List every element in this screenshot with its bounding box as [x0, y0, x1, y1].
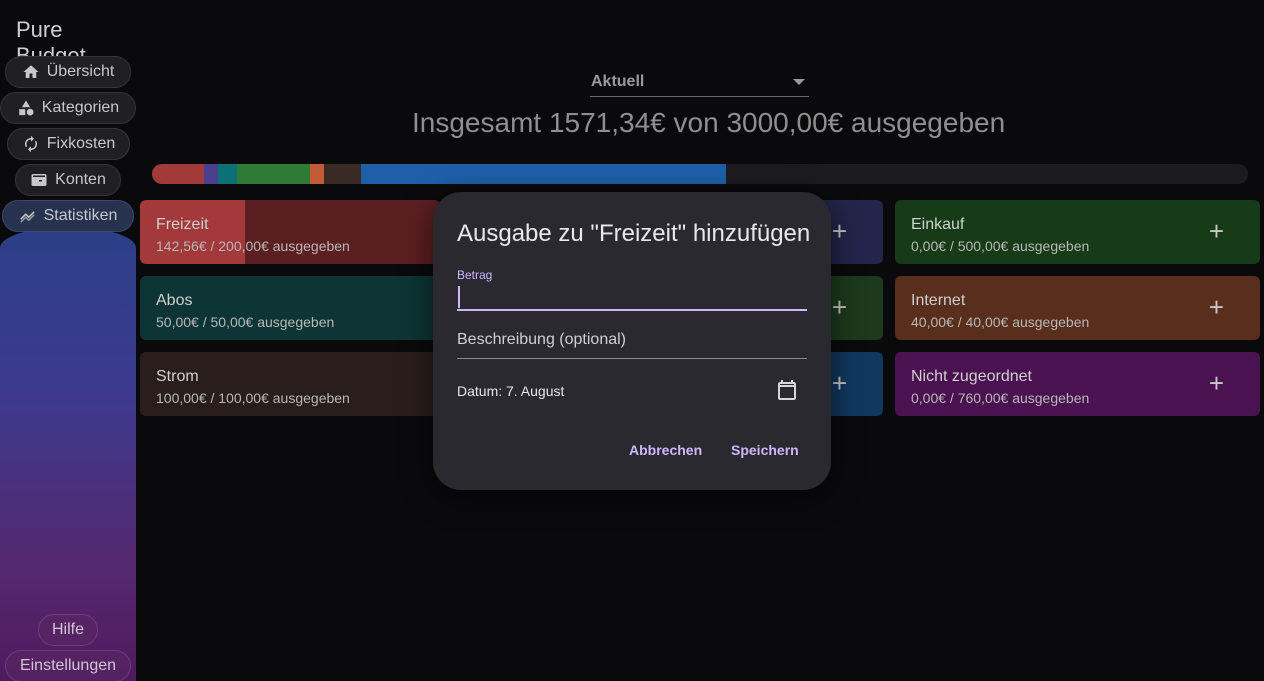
settings-button[interactable]: Einstellungen	[5, 650, 131, 681]
category-name: Einkauf	[911, 216, 965, 233]
nav-item-label: Kategorien	[41, 99, 120, 116]
category-amount: 40,00€ / 40,00€ ausgegeben	[911, 314, 1090, 330]
wallet-icon	[31, 174, 47, 186]
nav-item-fixkosten[interactable]: Fixkosten	[7, 128, 130, 160]
category-name: Internet	[911, 292, 966, 309]
category-card-nicht-zugeordnet[interactable]: Nicht zugeordnet 0,00€ / 760,00€ ausgege…	[895, 352, 1260, 416]
period-select[interactable]: Aktuell	[590, 68, 809, 97]
add-expense-icon[interactable]: +	[832, 294, 847, 320]
total-spent-text: Insgesamt 1571,34€ von 3000,00€ ausgegeb…	[412, 107, 1006, 138]
category-card-abos[interactable]: Abos 50,00€ / 50,00€ ausgegeben	[140, 276, 440, 340]
category-name: Strom	[156, 368, 199, 385]
category-card-einkauf[interactable]: Einkauf 0,00€ / 500,00€ ausgegeben +	[895, 200, 1260, 264]
category-remaining-fill	[245, 200, 440, 264]
nav-item-uebersicht[interactable]: Übersicht	[5, 56, 131, 88]
category-name: Abos	[156, 292, 193, 309]
add-expense-icon[interactable]: +	[832, 218, 847, 244]
progress-segment-freizeit	[152, 164, 204, 184]
category-card-freizeit[interactable]: Freizeit 142,56€ / 200,00€ ausgegeben	[140, 200, 440, 264]
nav-item-konten[interactable]: Konten	[15, 164, 121, 196]
amount-field[interactable]	[457, 280, 807, 311]
add-expense-icon[interactable]: +	[832, 370, 847, 396]
progress-segment-abos	[204, 164, 218, 184]
calendar-icon[interactable]	[775, 378, 799, 402]
category-amount: 142,56€ / 200,00€ ausgegeben	[156, 238, 350, 254]
description-field[interactable]: Beschreibung (optional)	[457, 322, 807, 359]
sidebar: Pure Budget Übersicht Kategorien Fixkost…	[0, 0, 136, 681]
budget-progress-bar	[152, 164, 1248, 184]
category-amount: 50,00€ / 50,00€ ausgegeben	[156, 314, 335, 330]
shapes-icon	[19, 100, 34, 116]
nav-item-statistiken[interactable]: Statistiken	[2, 200, 134, 232]
nav-item-label: Übersicht	[46, 63, 115, 80]
period-select-value: Aktuell	[591, 73, 645, 90]
category-amount: 0,00€ / 500,00€ ausgegeben	[911, 238, 1090, 254]
save-button[interactable]: Speichern	[731, 442, 799, 458]
nav-item-label: Fixkosten	[46, 135, 116, 152]
nav-item-kategorien[interactable]: Kategorien	[0, 92, 136, 124]
progress-segment-blue	[361, 164, 726, 184]
add-expense-icon[interactable]: +	[1209, 218, 1224, 244]
progress-segment-green	[237, 164, 310, 184]
category-card-strom[interactable]: Strom 100,00€ / 100,00€ ausgegeben	[140, 352, 440, 416]
progress-segment-internet-teal	[218, 164, 237, 184]
chevron-down-icon	[793, 79, 805, 85]
category-name: Nicht zugeordnet	[911, 368, 1032, 385]
cancel-button[interactable]: Abbrechen	[629, 442, 702, 458]
add-expense-icon[interactable]: +	[1209, 370, 1224, 396]
dialog-title: Ausgabe zu "Freizeit" hinzufügen	[457, 220, 811, 247]
refresh-icon	[24, 135, 37, 153]
home-icon	[23, 65, 39, 78]
category-amount: 100,00€ / 100,00€ ausgegeben	[156, 390, 350, 406]
add-expense-dialog: Ausgabe zu "Freizeit" hinzufügen Betrag …	[433, 192, 831, 490]
text-cursor	[458, 286, 460, 308]
date-label: Datum: 7. August	[457, 383, 565, 399]
category-card-internet[interactable]: Internet 40,00€ / 40,00€ ausgegeben +	[895, 276, 1260, 340]
chart-icon	[19, 211, 35, 223]
help-button[interactable]: Hilfe	[38, 614, 98, 646]
nav-item-label: Konten	[55, 171, 106, 188]
progress-segment-orange	[310, 164, 324, 184]
category-name: Freizeit	[156, 216, 209, 233]
category-amount: 0,00€ / 760,00€ ausgegeben	[911, 390, 1090, 406]
progress-segment-strom	[324, 164, 361, 184]
add-expense-icon[interactable]: +	[1209, 294, 1224, 320]
nav-item-label: Statistiken	[43, 207, 118, 224]
